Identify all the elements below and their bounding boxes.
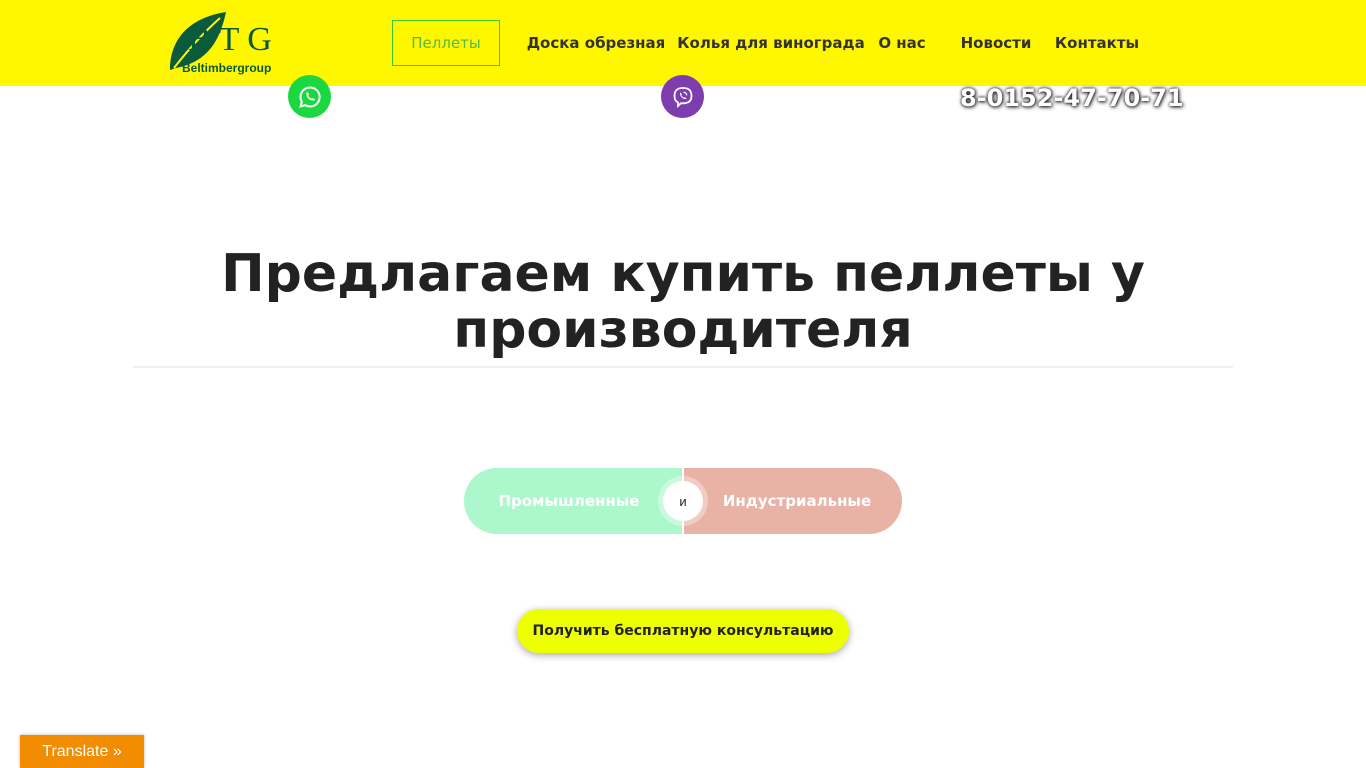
nav-item-about[interactable]: О нас	[872, 20, 932, 66]
industrial-grade-pellets-button[interactable]: Индустриальные	[684, 468, 902, 534]
viber-button[interactable]	[661, 75, 704, 118]
site-logo[interactable]: B T G Beltimbergroup	[168, 10, 278, 76]
logo-subtitle: Beltimbergroup	[182, 61, 271, 75]
logo-letters: B T G	[188, 21, 272, 58]
nav-item-grape-stakes[interactable]: Колья для винограда	[677, 20, 864, 66]
main-navigation: Пеллеты Доска обрезная Колья для виногра…	[392, 20, 1144, 66]
split-middle-badge: и	[663, 481, 703, 521]
pellet-type-split-button: Промышленные Индустриальные и	[464, 468, 902, 534]
whatsapp-button[interactable]	[288, 75, 331, 118]
nav-item-contacts[interactable]: Контакты	[1050, 20, 1144, 66]
viber-icon	[673, 86, 692, 108]
whatsapp-icon	[298, 85, 321, 108]
nav-item-news[interactable]: Новости	[954, 20, 1038, 66]
leaf-logo-icon: B T G Beltimbergroup	[170, 12, 272, 75]
translate-button[interactable]: Translate »	[20, 735, 144, 768]
site-header: B T G Beltimbergroup Пеллеты Доска обрез…	[0, 0, 1366, 86]
industrial-pellets-button[interactable]: Промышленные	[464, 468, 682, 534]
title-divider	[133, 366, 1233, 368]
nav-item-edged-board[interactable]: Доска обрезная	[514, 20, 678, 66]
nav-item-pellets[interactable]: Пеллеты	[392, 20, 500, 66]
phone-number[interactable]: 8-0152-47-70-71	[960, 84, 1184, 112]
free-consultation-button[interactable]: Получить бесплатную консультацию	[517, 609, 849, 653]
page-title: Предлагаем купить пеллеты у производител…	[221, 244, 1145, 360]
